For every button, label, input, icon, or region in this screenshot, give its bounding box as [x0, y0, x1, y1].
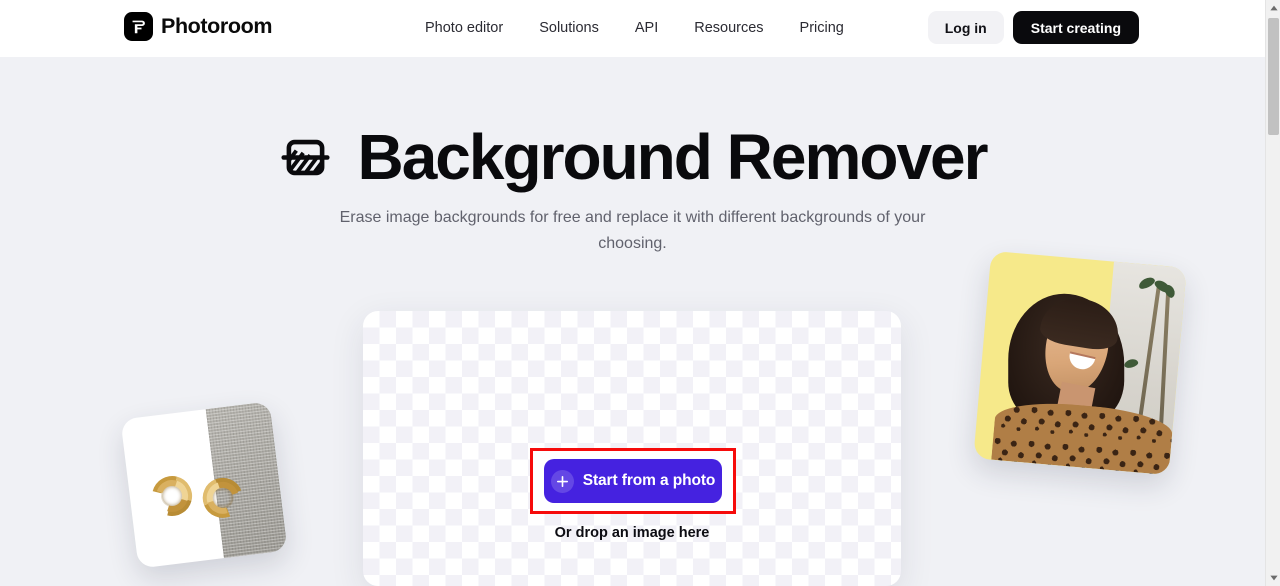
scroll-down-arrow-icon[interactable] [1266, 570, 1280, 586]
scroll-up-arrow-icon[interactable] [1266, 0, 1280, 16]
nav-item-pricing[interactable]: Pricing [800, 21, 844, 36]
site-header: Photoroom Photo editor Solutions API Res… [0, 0, 1265, 57]
nav-item-photo-editor[interactable]: Photo editor [425, 21, 503, 36]
plus-icon [550, 469, 574, 493]
sample-earrings-card [120, 401, 288, 569]
main-navigation: Photo editor Solutions API Resources Pri… [425, 0, 844, 57]
palm-tree-icon [1158, 290, 1171, 433]
brand-name: Photoroom [161, 13, 273, 38]
hero-title-row: Background Remover [0, 125, 1265, 189]
brand-logo[interactable]: Photoroom [124, 12, 272, 41]
page-root: Photoroom Photo editor Solutions API Res… [0, 0, 1265, 586]
photoroom-logo-icon [124, 12, 153, 41]
nav-item-api[interactable]: API [635, 21, 658, 36]
palm-frond [1162, 282, 1178, 300]
sample-portrait-card [973, 250, 1187, 476]
nav-item-resources[interactable]: Resources [694, 21, 763, 36]
palm-tree-icon [1136, 283, 1162, 433]
page-title: Background Remover [357, 121, 988, 193]
scrollbar-thumb[interactable] [1268, 18, 1279, 135]
header-actions: Log in Start creating [927, 11, 1139, 44]
cta-button-label: Start from a photo [582, 472, 716, 489]
start-from-a-photo-button[interactable]: Start from a photo [544, 459, 722, 503]
vertical-scrollbar[interactable] [1265, 0, 1280, 586]
dropzone-hint-text: Or drop an image here [554, 525, 710, 541]
nav-item-solutions[interactable]: Solutions [539, 21, 599, 36]
cta-highlight-box: Start from a photo [530, 448, 736, 514]
start-creating-button[interactable]: Start creating [1012, 11, 1139, 44]
eraser-icon [281, 139, 331, 175]
palm-frond [1123, 357, 1139, 370]
hero-subtitle: Erase image backgrounds for free and rep… [339, 209, 926, 252]
login-button[interactable]: Log in [927, 11, 1004, 44]
